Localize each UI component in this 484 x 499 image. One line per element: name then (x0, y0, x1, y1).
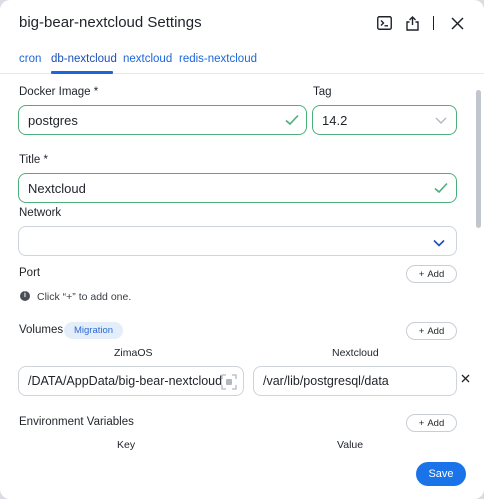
tab-redis-nextcloud[interactable]: redis-nextcloud (179, 53, 257, 65)
title-value: Nextcloud (28, 181, 86, 196)
dialog-header: big-bear-nextcloud Settings (0, 0, 484, 46)
add-env-label: Add (427, 417, 445, 429)
tab-nextcloud[interactable]: nextcloud (123, 53, 172, 65)
dialog-title: big-bear-nextcloud Settings (19, 14, 202, 31)
folder-picker-icon[interactable] (221, 374, 237, 390)
tag-select[interactable]: 14.2 (312, 105, 457, 135)
tag-value: 14.2 (322, 113, 348, 128)
plus-icon: + (418, 417, 425, 429)
network-select[interactable] (18, 226, 457, 256)
volume-host-column: ZimaOS (114, 347, 153, 359)
service-tabs: cron db-nextcloud nextcloud redis-nextcl… (0, 46, 484, 74)
save-button[interactable]: Save (416, 462, 466, 486)
add-port-button[interactable]: + Add (406, 265, 457, 283)
valid-check-icon (285, 114, 299, 126)
tab-db-nextcloud[interactable]: db-nextcloud (51, 53, 117, 65)
plus-icon: + (418, 325, 425, 337)
docker-image-field[interactable]: postgres (18, 105, 307, 135)
add-volume-label: Add (427, 325, 445, 337)
volume-container-column: Nextcloud (332, 347, 379, 359)
env-value-column: Value (337, 439, 364, 451)
header-divider (433, 16, 434, 30)
env-key-column: Key (117, 439, 136, 451)
add-port-label: Add (427, 268, 445, 280)
docker-image-value: postgres (28, 113, 78, 128)
network-label: Network (19, 207, 62, 219)
title-field[interactable]: Nextcloud (18, 173, 457, 203)
docker-image-label: Docker Image * (19, 86, 99, 98)
title-label: Title * (19, 154, 48, 166)
volumes-label: Volumes (19, 324, 64, 336)
add-volume-button[interactable]: + Add (406, 322, 457, 340)
scrollbar[interactable] (476, 90, 481, 228)
remove-volume-icon[interactable] (460, 373, 471, 384)
add-env-button[interactable]: + Add (406, 414, 457, 432)
plus-icon: + (418, 268, 425, 280)
volume-host-path-value: /DATA/AppData/big-bear-nextcloud (28, 374, 223, 388)
migration-badge[interactable]: Migration (64, 322, 124, 339)
volume-container-path-field[interactable]: /var/lib/postgresql/data (253, 366, 457, 396)
port-label: Port (19, 267, 41, 279)
port-hint: Click “+” to add one. (37, 291, 132, 303)
settings-dialog: big-bear-nextcloud Settings cron db-next… (0, 0, 484, 499)
info-icon: i (20, 291, 30, 301)
active-tab-indicator (51, 71, 113, 74)
export-icon[interactable] (404, 15, 420, 31)
tab-cron[interactable]: cron (19, 53, 41, 65)
valid-check-icon (434, 182, 448, 194)
terminal-icon[interactable] (376, 15, 392, 31)
chevron-down-icon (435, 117, 447, 124)
volume-container-path-value: /var/lib/postgresql/data (263, 374, 389, 388)
env-label: Environment Variables (19, 416, 134, 428)
close-icon[interactable] (449, 15, 465, 31)
tag-label: Tag (313, 86, 332, 98)
volume-host-path-field[interactable]: /DATA/AppData/big-bear-nextcloud (18, 366, 244, 396)
chevron-down-icon (433, 239, 445, 247)
